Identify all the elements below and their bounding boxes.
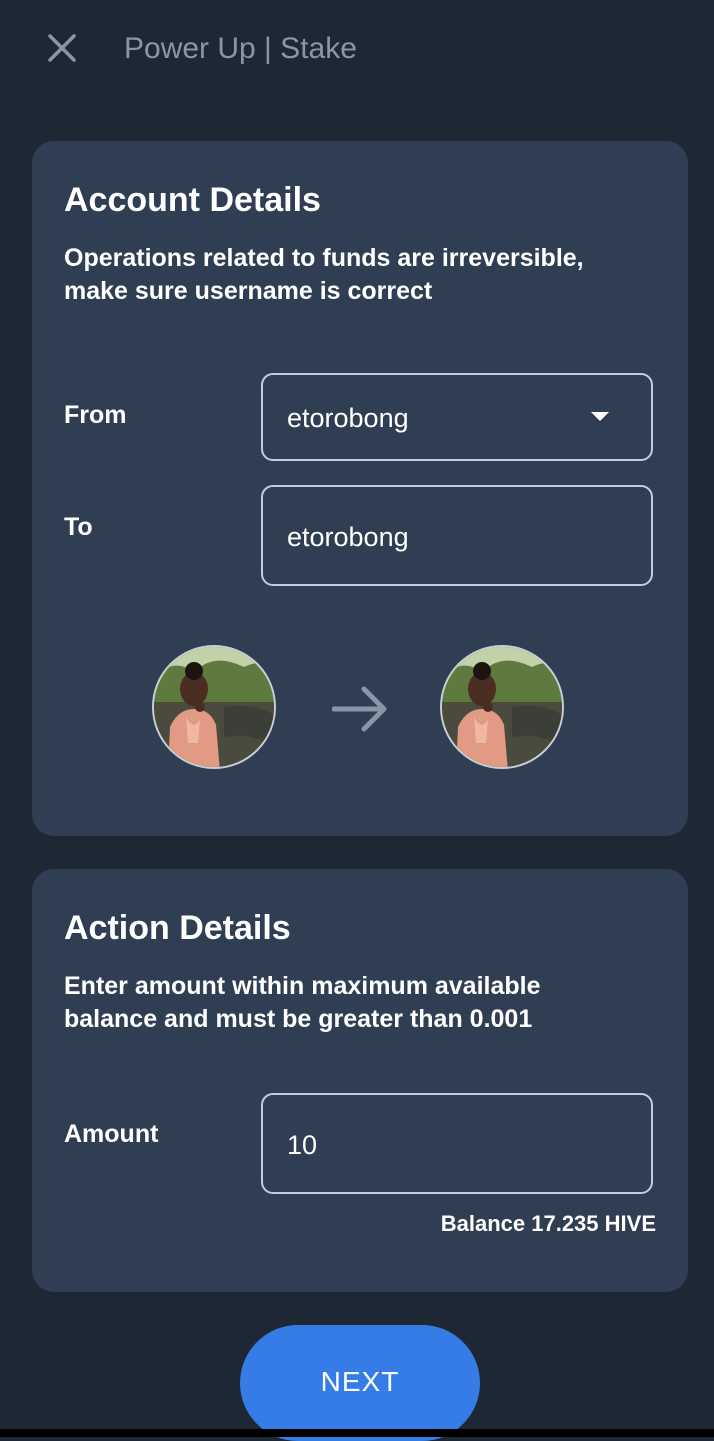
header: Power Up | Stake bbox=[0, 0, 714, 100]
account-details-card: Account Details Operations related to fu… bbox=[32, 141, 688, 836]
arrow-right-icon bbox=[332, 686, 387, 732]
to-account-field[interactable]: etorobong bbox=[261, 485, 653, 586]
chevron-down-icon bbox=[591, 412, 609, 421]
action-details-description: Enter amount within maximum available ba… bbox=[64, 972, 541, 1033]
close-button[interactable] bbox=[42, 28, 82, 68]
balance-text: Balance 17.235 HIVE bbox=[440, 1211, 656, 1236]
from-account-dropdown[interactable]: etorobong bbox=[261, 373, 653, 461]
account-details-description: Operations related to funds are irrevers… bbox=[64, 244, 584, 305]
account-details-title: Account Details bbox=[64, 181, 321, 219]
from-label: From bbox=[64, 401, 127, 429]
close-icon bbox=[48, 34, 76, 62]
to-account-value: etorobong bbox=[287, 522, 409, 552]
amount-input[interactable]: 10 bbox=[261, 1093, 653, 1194]
bottom-bar bbox=[0, 1429, 714, 1437]
action-details-card: Action Details Enter amount within maxim… bbox=[32, 869, 688, 1292]
from-account-value: etorobong bbox=[287, 403, 409, 433]
to-label: To bbox=[64, 513, 93, 541]
from-avatar bbox=[152, 645, 276, 769]
next-button[interactable]: NEXT bbox=[240, 1325, 480, 1441]
to-avatar bbox=[440, 645, 564, 769]
amount-label: Amount bbox=[64, 1120, 159, 1148]
action-details-title: Action Details bbox=[64, 909, 291, 947]
amount-value: 10 bbox=[287, 1130, 318, 1160]
next-button-label: NEXT bbox=[320, 1366, 400, 1397]
page-title: Power Up | Stake bbox=[124, 32, 357, 65]
